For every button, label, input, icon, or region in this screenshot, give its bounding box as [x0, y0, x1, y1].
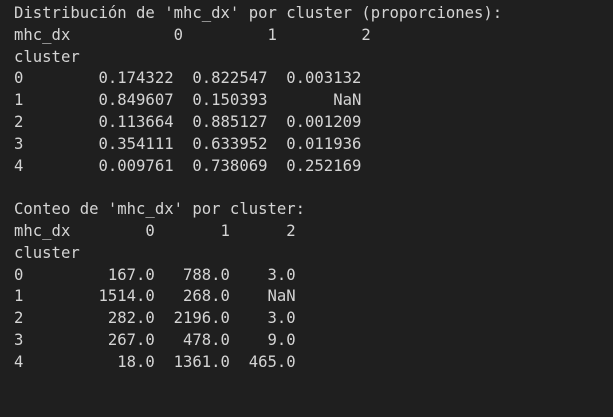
counts-row-0: 0 167.0 788.0 3.0 [14, 265, 296, 284]
counts-index-label: cluster [14, 243, 80, 262]
counts-row-4: 4 18.0 1361.0 465.0 [14, 352, 296, 371]
proportions-row-2: 2 0.113664 0.885127 0.001209 [14, 112, 362, 131]
proportions-row-3: 3 0.354111 0.633952 0.011936 [14, 134, 362, 153]
proportions-row-0: 0 0.174322 0.822547 0.003132 [14, 69, 362, 88]
counts-row-1: 1 1514.0 268.0 NaN [14, 287, 296, 306]
counts-title: Conteo de 'mhc_dx' por cluster: [14, 200, 306, 219]
terminal-output: Distribución de 'mhc_dx' por cluster (pr… [0, 0, 613, 417]
proportions-index-label: cluster [14, 47, 80, 66]
proportions-title: Distribución de 'mhc_dx' por cluster (pr… [14, 4, 503, 22]
counts-row-3: 3 267.0 478.0 9.0 [14, 330, 296, 349]
proportions-column-header: mhc_dx 0 1 2 [14, 25, 371, 44]
counts-row-2: 2 282.0 2196.0 3.0 [14, 309, 296, 328]
counts-column-header: mhc_dx 0 1 2 [14, 221, 296, 240]
proportions-row-4: 4 0.009761 0.738069 0.252169 [14, 156, 362, 175]
proportions-row-1: 1 0.849607 0.150393 NaN [14, 91, 362, 110]
